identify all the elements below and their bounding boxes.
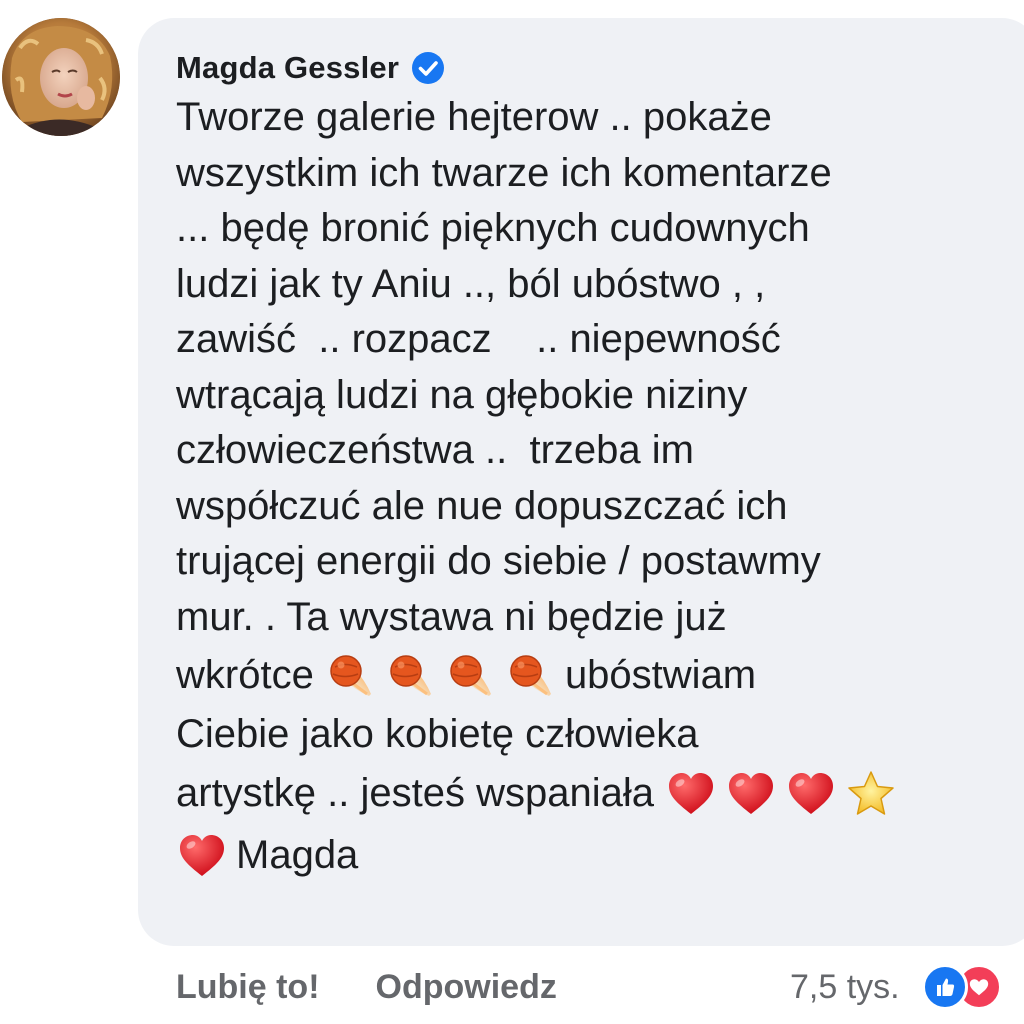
comment-line: artystkę .. jesteś wspaniała xyxy=(176,763,1016,825)
heart-emoji-icon xyxy=(176,830,228,882)
comment-line: mur. . Ta wystawa ni będzie już xyxy=(176,590,1016,646)
comment-line: ludzi jak ty Aniu .., ból ubóstwo , , xyxy=(176,257,1016,313)
heart-emoji-icon xyxy=(785,768,837,820)
heart-emoji-icon xyxy=(725,768,777,820)
comment-line: ... będę bronić pięknych cudownych xyxy=(176,201,1016,257)
avatar[interactable] xyxy=(2,18,120,136)
comment-screenshot: Magda Gessler Tworze galerie hejterow ..… xyxy=(0,0,1024,1024)
comment-actions: Lubię to! Odpowiedz xyxy=(176,962,557,1012)
reactions-summary[interactable]: 7,5 tys. xyxy=(790,962,1002,1012)
comment-text-segment: mur. . Ta wystawa ni będzie już xyxy=(176,594,727,639)
comment-text-segment: ubóstwiam xyxy=(564,653,757,698)
comet-emoji-icon xyxy=(385,650,437,702)
comment-line: trującej energii do siebie / postawmy xyxy=(176,534,1016,590)
comment-text-segment: wszystkim ich twarze ich komentarze xyxy=(176,150,832,195)
comment-text-segment: Ciebie jako kobietę człowieka xyxy=(176,712,699,756)
comment-text-segment: wtrącają ludzi na głębokie niziny xyxy=(176,372,748,417)
comment-text-segment: Tworze galerie hejterow .. pokaże xyxy=(176,95,772,139)
like-icon xyxy=(921,964,968,1010)
verified-badge-icon xyxy=(411,51,445,85)
comment-line: wtrącają ludzi na głębokie niziny xyxy=(176,368,1016,424)
heart-emoji-icon xyxy=(665,768,717,820)
author-name[interactable]: Magda Gessler xyxy=(176,50,399,86)
reply-button[interactable]: Odpowiedz xyxy=(376,968,557,1007)
comment-line: współczuć ale nue dopuszczać ich xyxy=(176,479,1016,535)
comment-text-segment: ludzi jak ty Aniu .., ból ubóstwo , , xyxy=(176,261,766,306)
comment-text-segment: współczuć ale nue dopuszczać ich xyxy=(176,483,788,528)
comet-emoji-icon xyxy=(505,650,557,702)
comment-line: wkrótce ubóstwiam xyxy=(176,645,1016,707)
comment-line: Tworze galerie hejterow .. pokaże xyxy=(176,90,1016,146)
like-button[interactable]: Lubię to! xyxy=(176,968,320,1007)
comet-emoji-icon xyxy=(325,650,377,702)
comment-text-segment: trującej energii do siebie / postawmy xyxy=(176,539,821,583)
comment-line: wszystkim ich twarze ich komentarze xyxy=(176,146,1016,202)
comment-text-segment: zawiść .. rozpacz .. niepewność xyxy=(176,317,781,361)
comment-line: zawiść .. rozpacz .. niepewność xyxy=(176,312,1016,368)
comment-line: Magda xyxy=(176,825,1016,887)
comment-line: Ciebie jako kobietę człowieka xyxy=(176,707,1016,763)
comment-line: człowieczeństwa .. trzeba im xyxy=(176,423,1016,479)
reaction-count: 7,5 tys. xyxy=(790,967,900,1006)
comment-text-segment: artystkę .. jesteś wspaniała xyxy=(176,770,666,815)
comment-text-segment: wkrótce xyxy=(176,653,325,698)
star-emoji-icon xyxy=(845,768,897,820)
comment-text-segment: Magda xyxy=(236,832,359,877)
comment-text: Tworze galerie hejterow .. pokaże wszystk… xyxy=(176,90,1016,887)
comment-text-segment: ... będę bronić pięknych cudownych xyxy=(176,206,810,250)
comet-emoji-icon xyxy=(445,650,497,702)
comment-text-segment: człowieczeństwa .. trzeba im xyxy=(176,428,694,472)
comment-header: Magda Gessler xyxy=(176,46,445,90)
